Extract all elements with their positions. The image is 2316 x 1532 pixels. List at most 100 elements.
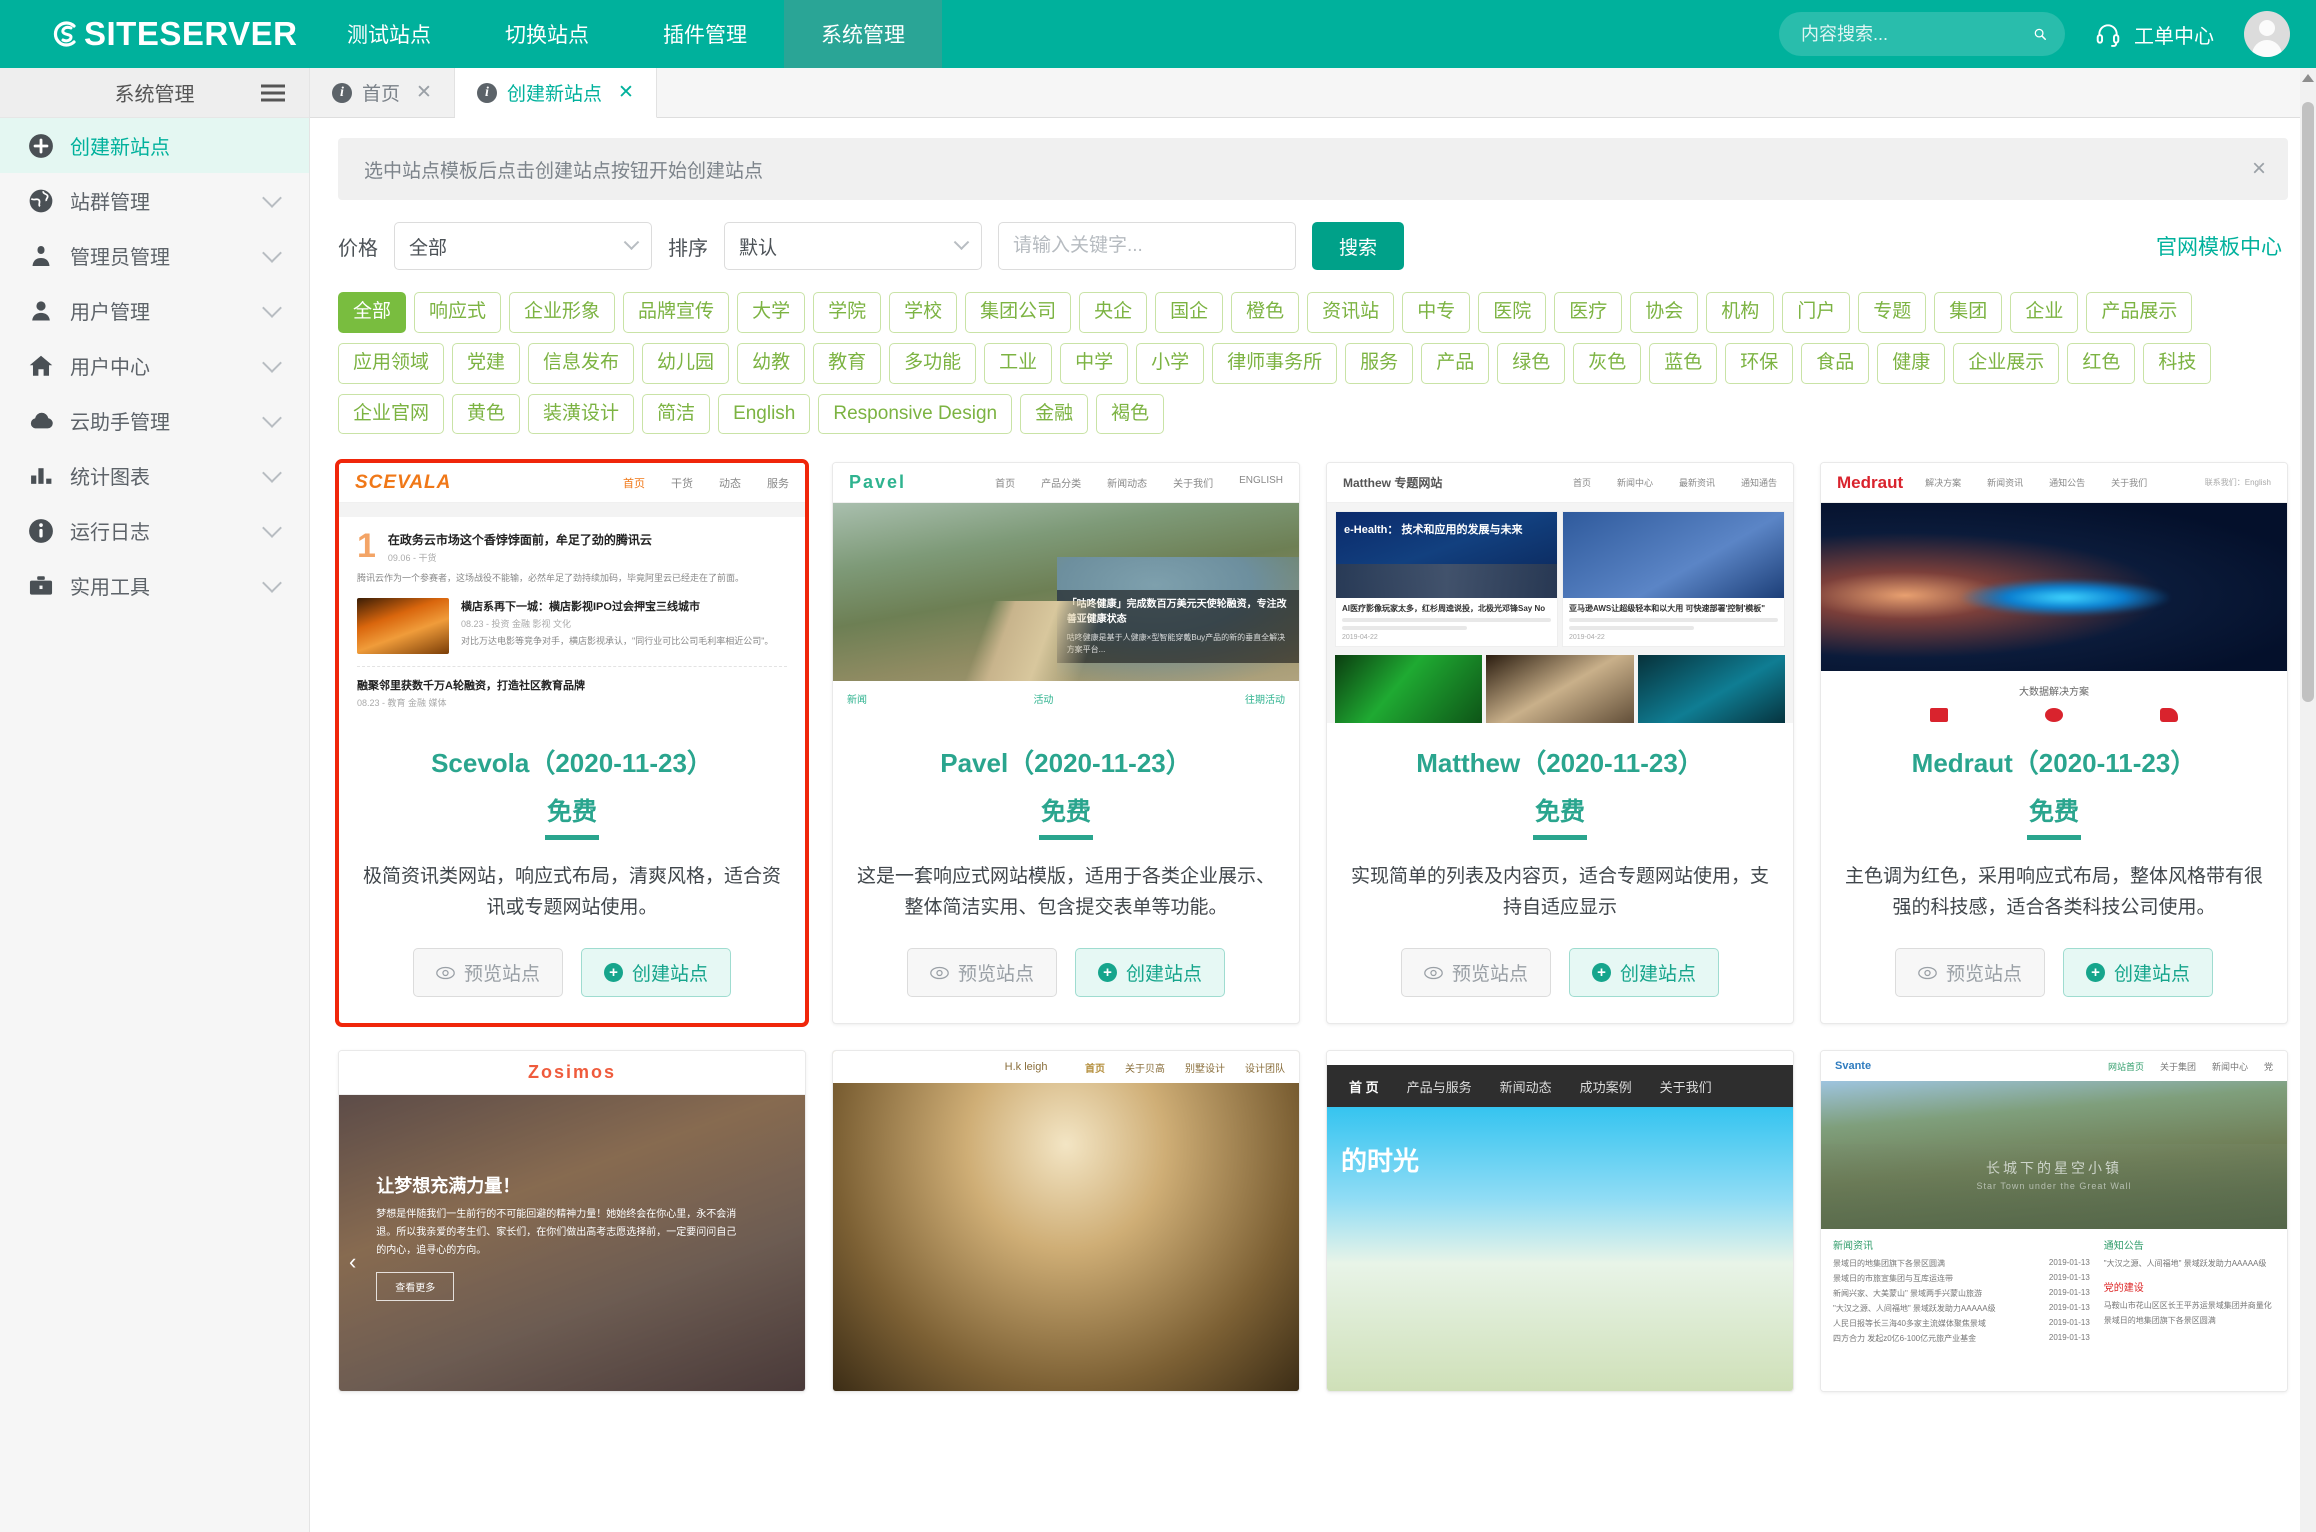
tag-filter-30[interactable]: 中学 xyxy=(1060,343,1128,384)
tag-filter-15[interactable]: 协会 xyxy=(1630,292,1698,333)
tag-filter-39[interactable]: 食品 xyxy=(1801,343,1869,384)
sidebar-item-create-site[interactable]: 创建新站点 xyxy=(0,118,309,173)
tag-filter-14[interactable]: 医疗 xyxy=(1554,292,1622,333)
sidebar-item-runtime-log[interactable]: 运行日志 xyxy=(0,503,309,558)
tag-filter-23[interactable]: 党建 xyxy=(452,343,520,384)
tag-filter-4[interactable]: 大学 xyxy=(737,292,805,333)
preview-site-button[interactable]: 预览站点 xyxy=(1401,948,1551,997)
sidebar-item-user[interactable]: 用户管理 xyxy=(0,283,309,338)
official-template-center-link[interactable]: 官网模板中心 xyxy=(2156,231,2288,261)
scrollbar-thumb[interactable] xyxy=(2302,102,2314,702)
tag-filter-42[interactable]: 红色 xyxy=(2067,343,2135,384)
template-thumbnail[interactable]: Svante 网站首页 关于集团 新闻中心 党 长城下的星 xyxy=(1821,1051,2287,1391)
tag-filter-7[interactable]: 集团公司 xyxy=(965,292,1071,333)
tab-close-icon[interactable]: ✕ xyxy=(416,81,432,104)
tag-filter-24[interactable]: 信息发布 xyxy=(528,343,634,384)
template-card-svante[interactable]: Svante 网站首页 关于集团 新闻中心 党 长城下的星 xyxy=(1820,1050,2288,1392)
vertical-scrollbar[interactable] xyxy=(2300,68,2316,1532)
sidebar-item-tools[interactable]: 实用工具 xyxy=(0,558,309,613)
tag-filter-43[interactable]: 科技 xyxy=(2143,343,2211,384)
price-select[interactable]: 全部 xyxy=(394,222,652,270)
keyword-input[interactable] xyxy=(998,222,1296,270)
tab-home[interactable]: i 首页 ✕ xyxy=(310,68,455,117)
template-card-pavel[interactable]: Pavel 首页 产品分类 新闻动态 关于我们 ENGLISH xyxy=(832,462,1300,1024)
tag-filter-10[interactable]: 橙色 xyxy=(1231,292,1299,333)
tag-filter-20[interactable]: 企业 xyxy=(2010,292,2078,333)
template-thumbnail[interactable]: H.k leigh 首页 关于贝高 别墅设计 设计团队 xyxy=(833,1051,1299,1391)
topnav-item-3[interactable]: 系统管理 xyxy=(784,0,942,68)
sort-select[interactable]: 默认 xyxy=(724,222,982,270)
tag-filter-36[interactable]: 灰色 xyxy=(1573,343,1641,384)
template-thumbnail[interactable]: SCEVALA 首页 干货 动态 服务 xyxy=(339,463,805,723)
tag-filter-46[interactable]: 装潢设计 xyxy=(528,394,634,435)
tag-filter-13[interactable]: 医院 xyxy=(1478,292,1546,333)
tag-filter-32[interactable]: 律师事务所 xyxy=(1212,343,1337,384)
template-thumbnail[interactable]: Pavel 首页 产品分类 新闻动态 关于我们 ENGLISH xyxy=(833,463,1299,723)
tag-filter-48[interactable]: English xyxy=(718,394,810,435)
close-icon[interactable]: × xyxy=(2252,157,2266,181)
tag-filter-50[interactable]: 金融 xyxy=(1020,394,1088,435)
tag-filter-12[interactable]: 中专 xyxy=(1402,292,1470,333)
preview-site-button[interactable]: 预览站点 xyxy=(413,948,563,997)
sidebar-collapse-icon[interactable] xyxy=(261,80,285,105)
template-card-zosimos[interactable]: Zosimos 让梦想充满力量！ 梦想是伴随我们一生前行的不可能回避的精神力量！… xyxy=(338,1050,806,1392)
sidebar-item-site-group[interactable]: 站群管理 xyxy=(0,173,309,228)
tag-filter-5[interactable]: 学院 xyxy=(813,292,881,333)
tag-filter-31[interactable]: 小学 xyxy=(1136,343,1204,384)
tag-filter-8[interactable]: 央企 xyxy=(1079,292,1147,333)
sidebar-item-user-center[interactable]: 用户中心 xyxy=(0,338,309,393)
tag-filter-45[interactable]: 黄色 xyxy=(452,394,520,435)
template-thumbnail[interactable]: 首 页 产品与服务 新闻动态 成功案例 关于我们 的时光 xyxy=(1327,1051,1793,1391)
tag-filter-19[interactable]: 集团 xyxy=(1934,292,2002,333)
tag-filter-1[interactable]: 响应式 xyxy=(414,292,501,333)
global-search-input[interactable] xyxy=(1801,24,2033,45)
tag-filter-6[interactable]: 学校 xyxy=(889,292,957,333)
template-thumbnail[interactable]: Matthew 专题网站 首页 新闻中心 最新资讯 通知通告 xyxy=(1327,463,1793,723)
tag-filter-21[interactable]: 产品展示 xyxy=(2086,292,2192,333)
tag-filter-40[interactable]: 健康 xyxy=(1877,343,1945,384)
template-thumbnail[interactable]: Medraut 解决方案 新闻资讯 通知公告 关于我们 联系我们：English xyxy=(1821,463,2287,723)
tag-filter-9[interactable]: 国企 xyxy=(1155,292,1223,333)
topnav-item-1[interactable]: 切换站点 xyxy=(468,0,626,68)
tag-filter-11[interactable]: 资讯站 xyxy=(1307,292,1394,333)
tag-filter-35[interactable]: 绿色 xyxy=(1497,343,1565,384)
tag-filter-44[interactable]: 企业官网 xyxy=(338,394,444,435)
sidebar-item-cloud-assistant[interactable]: 云助手管理 xyxy=(0,393,309,448)
tab-close-icon[interactable]: ✕ xyxy=(618,81,634,104)
tag-filter-17[interactable]: 门户 xyxy=(1782,292,1850,333)
topnav-item-2[interactable]: 插件管理 xyxy=(626,0,784,68)
tag-filter-41[interactable]: 企业展示 xyxy=(1953,343,2059,384)
tag-filter-25[interactable]: 幼儿园 xyxy=(642,343,729,384)
preview-site-button[interactable]: 预览站点 xyxy=(1895,948,2045,997)
template-card-hkleigh[interactable]: H.k leigh 首页 关于贝高 别墅设计 设计团队 xyxy=(832,1050,1300,1392)
create-site-button[interactable]: + 创建站点 xyxy=(1075,948,1225,997)
tag-filter-33[interactable]: 服务 xyxy=(1345,343,1413,384)
search-icon[interactable] xyxy=(2033,23,2047,45)
tag-filter-27[interactable]: 教育 xyxy=(813,343,881,384)
scroll-up-icon[interactable] xyxy=(2302,74,2314,82)
global-search-box[interactable] xyxy=(1779,12,2065,56)
tag-filter-16[interactable]: 机构 xyxy=(1706,292,1774,333)
ticket-center-button[interactable]: 工单中心 xyxy=(2089,20,2220,49)
template-thumbnail[interactable]: Zosimos 让梦想充满力量！ 梦想是伴随我们一生前行的不可能回避的精神力量！… xyxy=(339,1051,805,1391)
topnav-item-0[interactable]: 测试站点 xyxy=(310,0,468,68)
sidebar-item-statistics[interactable]: 统计图表 xyxy=(0,448,309,503)
search-button[interactable]: 搜索 xyxy=(1312,222,1404,270)
tag-filter-18[interactable]: 专题 xyxy=(1858,292,1926,333)
tag-filter-38[interactable]: 环保 xyxy=(1725,343,1793,384)
tag-filter-29[interactable]: 工业 xyxy=(984,343,1052,384)
create-site-button[interactable]: + 创建站点 xyxy=(1569,948,1719,997)
tag-filter-47[interactable]: 简洁 xyxy=(642,394,710,435)
tab-create-site[interactable]: i 创建新站点 ✕ xyxy=(455,68,657,118)
sidebar-item-admin[interactable]: 管理员管理 xyxy=(0,228,309,283)
template-card-car[interactable]: 首 页 产品与服务 新闻动态 成功案例 关于我们 的时光 xyxy=(1326,1050,1794,1392)
tag-filter-51[interactable]: 褐色 xyxy=(1096,394,1164,435)
create-site-button[interactable]: + 创建站点 xyxy=(581,948,731,997)
tag-filter-37[interactable]: 蓝色 xyxy=(1649,343,1717,384)
tag-filter-34[interactable]: 产品 xyxy=(1421,343,1489,384)
create-site-button[interactable]: + 创建站点 xyxy=(2063,948,2213,997)
tag-filter-22[interactable]: 应用领域 xyxy=(338,343,444,384)
tag-filter-49[interactable]: Responsive Design xyxy=(818,394,1012,435)
template-card-medraut[interactable]: Medraut 解决方案 新闻资讯 通知公告 关于我们 联系我们：English xyxy=(1820,462,2288,1024)
tag-filter-28[interactable]: 多功能 xyxy=(889,343,976,384)
